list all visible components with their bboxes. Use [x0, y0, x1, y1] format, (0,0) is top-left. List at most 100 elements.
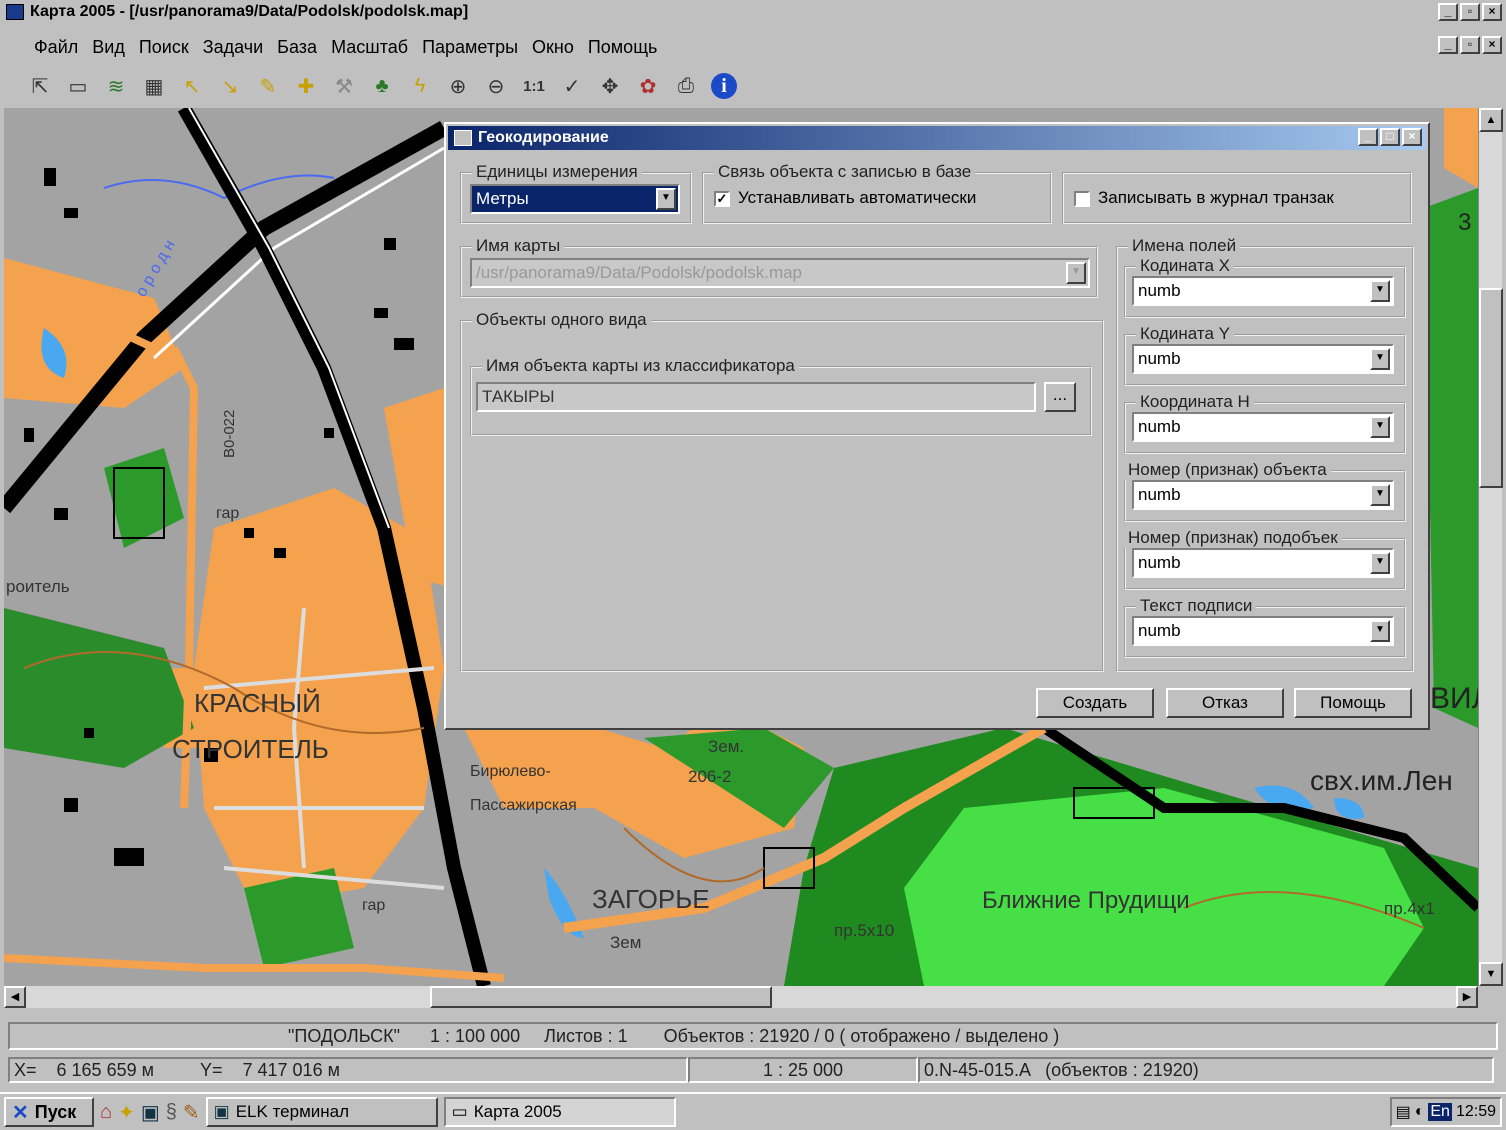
label-zem1: Зем.: [708, 737, 744, 756]
field-objnum-group: Номер (признак) объекта numb ▼: [1124, 460, 1406, 522]
field-x-select[interactable]: numb ▼: [1132, 276, 1394, 306]
menu-file[interactable]: Файл: [34, 37, 78, 58]
select-area-icon[interactable]: ↘: [214, 70, 246, 102]
units-select[interactable]: Метры ▼: [470, 184, 680, 214]
help-button[interactable]: Помощь: [1294, 688, 1412, 718]
browse-button[interactable]: ...: [1044, 382, 1076, 412]
open-icon[interactable]: ⇱: [24, 70, 56, 102]
task-elk-terminal[interactable]: ▣ ELK терминал: [205, 1097, 438, 1127]
menu-window[interactable]: Окно: [532, 37, 574, 58]
journal-checkbox[interactable]: [1074, 190, 1090, 207]
horizontal-scroll-thumb[interactable]: [430, 986, 772, 1008]
new-icon[interactable]: ▭: [62, 70, 94, 102]
close-button[interactable]: ×: [1482, 3, 1502, 21]
field-subnum-select[interactable]: numb ▼: [1132, 548, 1394, 578]
classname-field[interactable]: ТАКЫРЫ: [476, 382, 1036, 412]
link-group: Связь объекта с записью в базе ✓ Устанавл…: [702, 162, 1052, 224]
dialog-minimize-button[interactable]: _: [1358, 128, 1378, 146]
cancel-button[interactable]: Отказ: [1166, 688, 1284, 718]
home-icon[interactable]: ⌂: [100, 1101, 112, 1124]
select-add-icon[interactable]: ✚: [290, 70, 322, 102]
print-icon[interactable]: ⎙: [670, 70, 702, 102]
chevron-down-icon[interactable]: ▼: [1370, 552, 1390, 574]
field-text-select[interactable]: numb ▼: [1132, 616, 1394, 646]
field-y-select[interactable]: numb ▼: [1132, 344, 1394, 374]
doc-restore-button[interactable]: ▫: [1460, 36, 1480, 54]
menu-parameters[interactable]: Параметры: [422, 37, 518, 58]
chevron-down-icon[interactable]: ▼: [1370, 484, 1390, 506]
create-button[interactable]: Создать: [1036, 688, 1154, 718]
dialog-maximize-button[interactable]: □: [1380, 128, 1400, 146]
sound-icon[interactable]: ◐: [1415, 1103, 1425, 1121]
journal-checkbox-row[interactable]: Записывать в журнал транзак: [1074, 188, 1334, 208]
move-icon[interactable]: ✥: [594, 70, 626, 102]
field-subnum-label: Номер (признак) подобъек: [1124, 528, 1342, 548]
taskbar: ✕ Пуск ⌂ ✦ ▣ § ✎ ▣ ELK терминал ▭ Карта …: [0, 1092, 1506, 1130]
zoom-in-icon[interactable]: ⊕: [442, 70, 474, 102]
menu-scale[interactable]: Масштаб: [331, 37, 408, 58]
tree-icon[interactable]: ♣: [366, 70, 398, 102]
menu-database[interactable]: База: [277, 37, 317, 58]
field-h-select[interactable]: numb ▼: [1132, 412, 1394, 442]
mapname-select[interactable]: /usr/panorama9/Data/Podolsk/podolsk.map …: [470, 258, 1090, 288]
zoom-out-icon[interactable]: ⊖: [480, 70, 512, 102]
scroll-down-icon[interactable]: ▼: [1479, 962, 1503, 986]
info-icon[interactable]: i: [708, 70, 740, 102]
editor-icon[interactable]: ✎: [183, 1100, 200, 1125]
auto-checkbox-row[interactable]: ✓ Устанавливать автоматически: [714, 188, 976, 208]
check-icon[interactable]: ✓: [556, 70, 588, 102]
menu-view[interactable]: Вид: [92, 37, 125, 58]
vertical-scrollbar[interactable]: ▲ ▼: [1478, 108, 1503, 986]
start-button[interactable]: ✕ Пуск: [4, 1097, 94, 1127]
scroll-up-icon[interactable]: ▲: [1479, 108, 1503, 132]
select-edit-icon[interactable]: ✎: [252, 70, 284, 102]
link-label: Связь объекта с записью в базе: [714, 162, 976, 182]
scroll-right-icon[interactable]: ▶: [1456, 986, 1478, 1008]
field-x-label: Кодината X: [1136, 256, 1234, 276]
menu-help[interactable]: Помощь: [588, 37, 658, 58]
network-icon[interactable]: ▤: [1396, 1102, 1411, 1122]
field-x-group: Кодината X numb ▼: [1124, 256, 1406, 318]
chevron-down-icon[interactable]: ▼: [1066, 262, 1086, 284]
field-objnum-select[interactable]: numb ▼: [1132, 480, 1394, 510]
status-x: X= 6 165 659 м: [14, 1060, 154, 1080]
field-h-label: Координата H: [1136, 392, 1254, 412]
scroll-left-icon[interactable]: ◀: [4, 986, 26, 1008]
palette-icon[interactable]: ✿: [632, 70, 664, 102]
chevron-down-icon[interactable]: ▼: [656, 188, 676, 210]
window-icon: ▭: [451, 1102, 468, 1121]
window-title: Карта 2005 - [/usr/panorama9/Data/Podols…: [30, 3, 469, 20]
chevron-down-icon[interactable]: ▼: [1370, 348, 1390, 370]
terminal-icon[interactable]: ▣: [141, 1100, 160, 1125]
doc-minimize-button[interactable]: _: [1438, 36, 1458, 54]
auto-checkbox[interactable]: ✓: [714, 190, 730, 207]
mapname-label: Имя карты: [472, 236, 565, 256]
select-icon[interactable]: ↖: [176, 70, 208, 102]
chevron-down-icon[interactable]: ▼: [1370, 416, 1390, 438]
doc-close-button[interactable]: ×: [1482, 36, 1502, 54]
field-h-group: Координата H numb ▼: [1124, 392, 1406, 454]
restore-button[interactable]: ▫: [1460, 3, 1480, 21]
tool-icon[interactable]: ⚒: [328, 70, 360, 102]
dialog-title: Геокодирование: [478, 129, 609, 146]
field-subnum-group: Номер (признак) подобъек numb ▼: [1124, 528, 1406, 590]
menu-search[interactable]: Поиск: [139, 37, 189, 58]
task-karta[interactable]: ▭ Карта 2005: [443, 1097, 676, 1127]
chevron-down-icon[interactable]: ▼: [1370, 620, 1390, 642]
vertical-scroll-thumb[interactable]: [1479, 288, 1503, 488]
menu-tasks[interactable]: Задачи: [203, 37, 263, 58]
shell-icon[interactable]: §: [166, 1101, 177, 1124]
lang-indicator[interactable]: En: [1428, 1103, 1452, 1121]
minimize-button[interactable]: _: [1438, 3, 1458, 21]
layers-icon[interactable]: ≋: [100, 70, 132, 102]
window-titlebar: Карта 2005 - [/usr/panorama9/Data/Podols…: [0, 0, 1506, 24]
lightning-icon[interactable]: ϟ: [404, 70, 436, 102]
dialog-close-button[interactable]: ×: [1402, 128, 1422, 146]
chevron-down-icon[interactable]: ▼: [1370, 280, 1390, 302]
fields-label: Имена полей: [1128, 236, 1241, 256]
units-group: Единицы измерения Метры ▼: [460, 162, 692, 224]
star-icon[interactable]: ✦: [118, 1100, 135, 1125]
table-icon[interactable]: ▦: [138, 70, 170, 102]
horizontal-scrollbar[interactable]: ◀ ▶: [4, 986, 1478, 1008]
scale-1to1-icon[interactable]: 1:1: [518, 70, 550, 102]
